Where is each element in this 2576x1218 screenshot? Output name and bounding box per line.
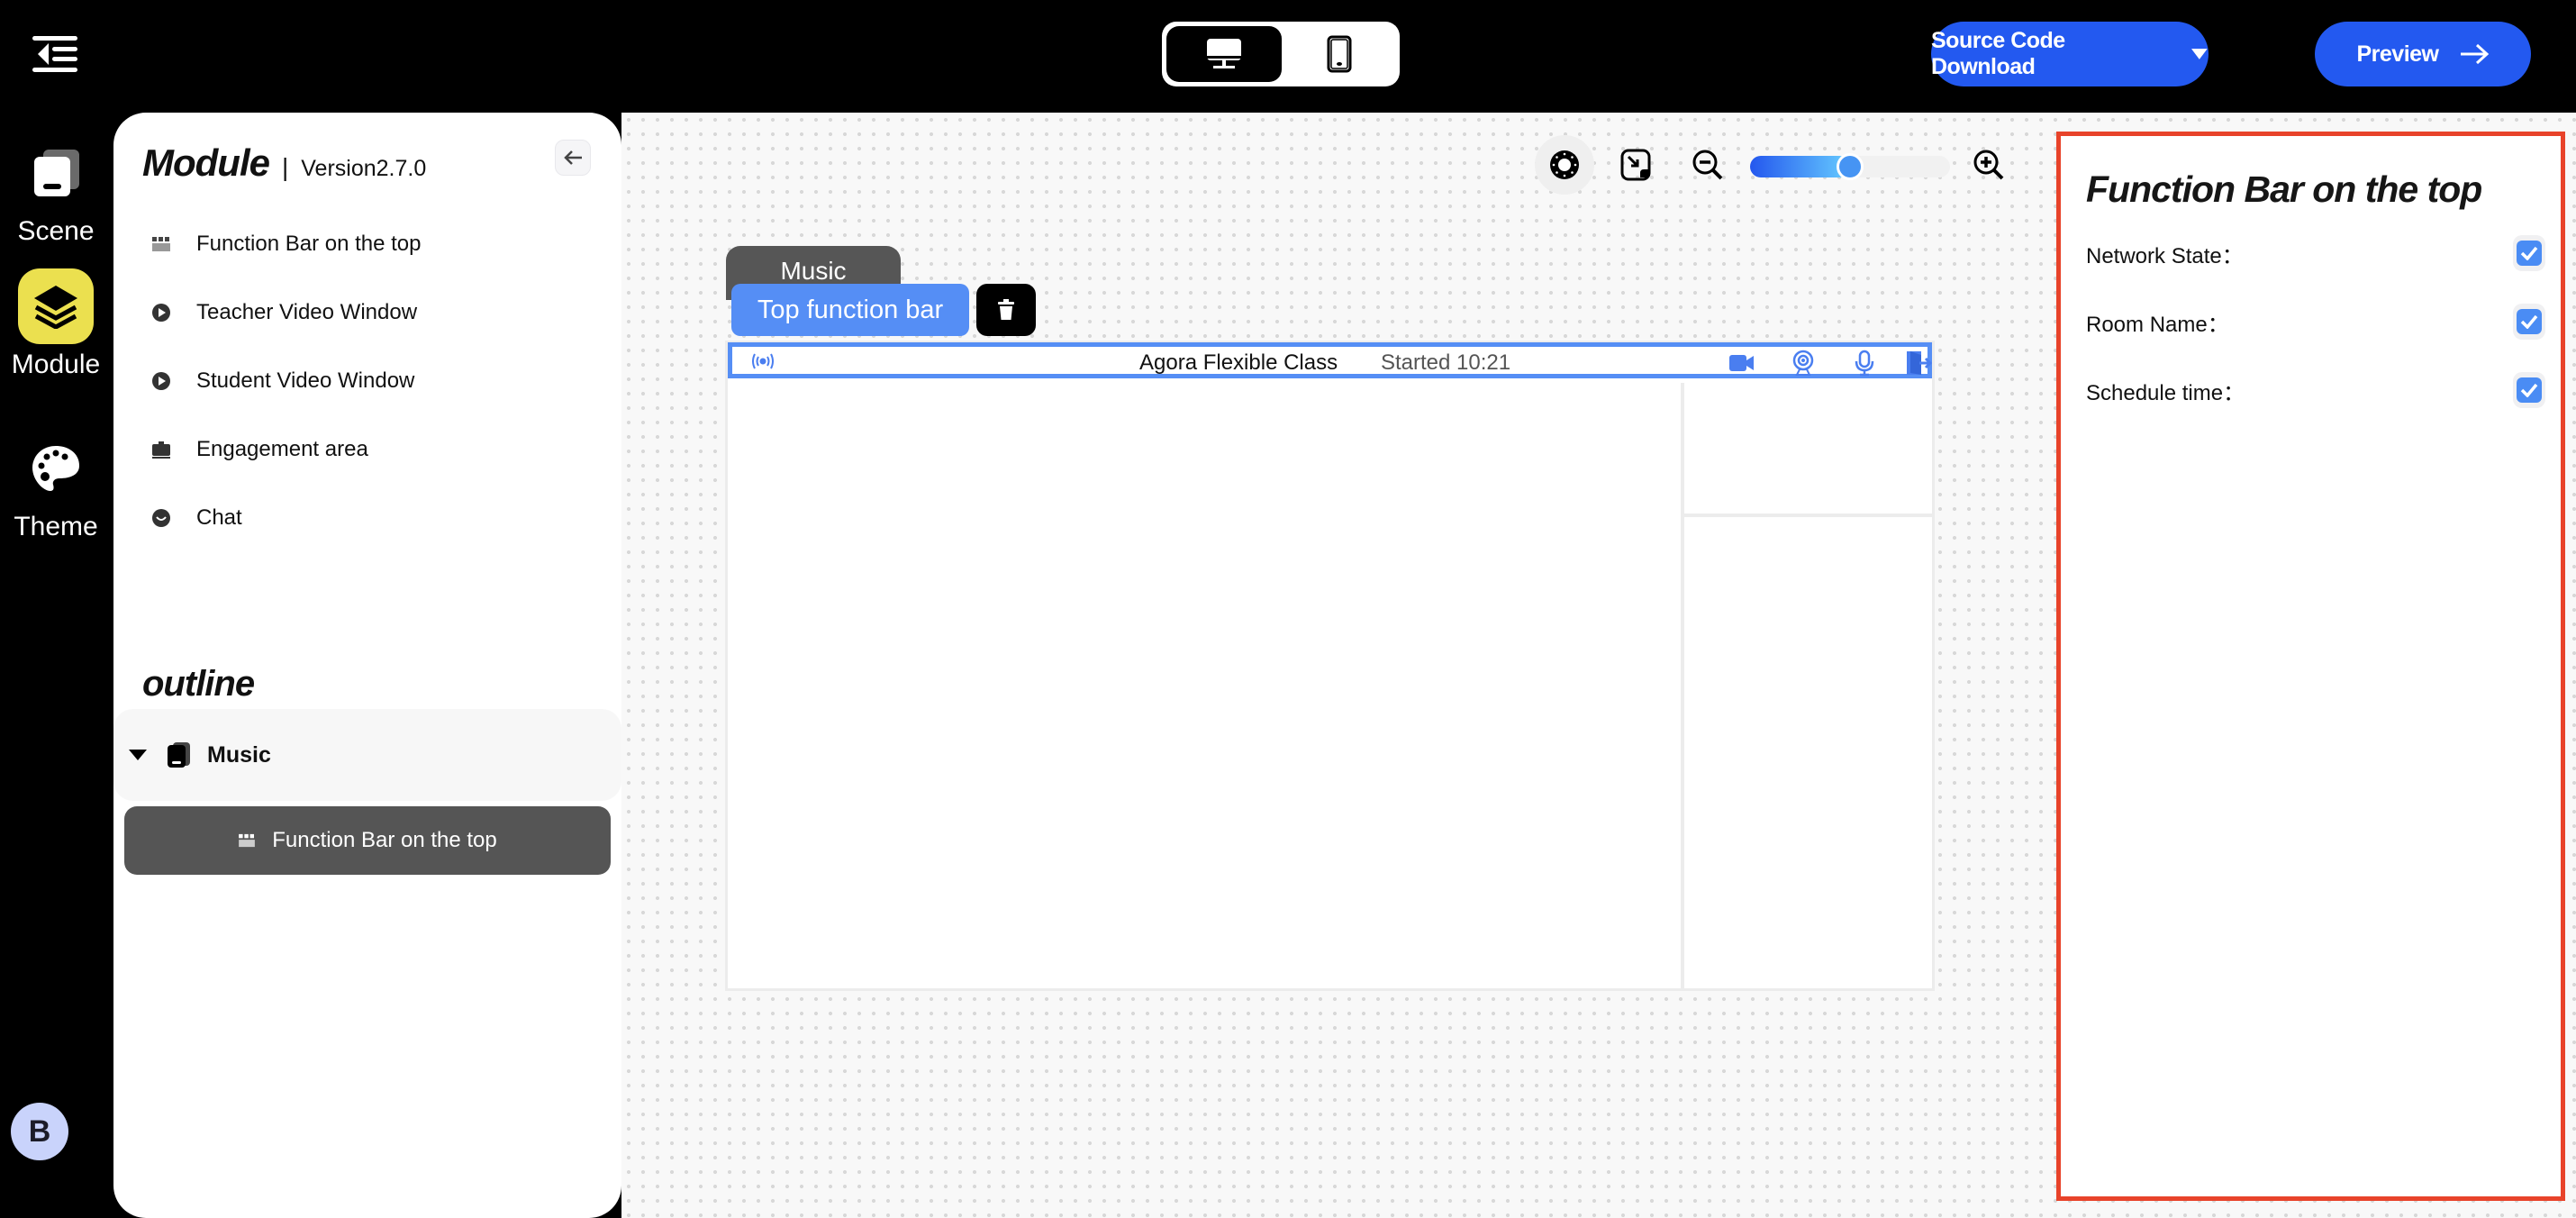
option-room-name: Room Name： — [2086, 304, 2545, 340]
module-panel-title: Module — [142, 141, 270, 184]
rail-label-module: Module — [11, 350, 101, 379]
module-icon-wrap — [18, 268, 94, 344]
module-item-function-bar[interactable]: Function Bar on the top — [151, 210, 584, 278]
module-item-label: Student Video Window — [196, 368, 415, 393]
check-icon — [2520, 383, 2538, 397]
module-item-label: Chat — [196, 505, 242, 530]
webcam-icon[interactable] — [1790, 350, 1817, 376]
module-panel: Module | Version2.7.0 Function Bar on th… — [113, 113, 621, 1218]
function-bar-icon — [239, 833, 256, 848]
option-label: Schedule time： — [2086, 380, 2245, 405]
fit-screen-icon — [1620, 149, 1651, 181]
network-state-checkbox[interactable] — [2513, 235, 2545, 271]
function-bar-icon — [151, 234, 171, 254]
fit-to-screen-button[interactable] — [1606, 135, 1665, 195]
trash-icon — [998, 299, 1014, 320]
arrow-right-icon — [2460, 43, 2489, 65]
device-toggle — [1162, 22, 1400, 86]
collapse-menu-button[interactable] — [31, 34, 79, 74]
properties-title: Function Bar on the top — [2086, 168, 2482, 210]
source-code-download-button[interactable]: Source Code Download — [1931, 22, 2209, 86]
preview-button[interactable]: Preview — [2315, 22, 2531, 86]
camera-icon[interactable] — [1728, 350, 1755, 376]
zoom-out-button[interactable] — [1678, 135, 1737, 195]
play-icon — [151, 303, 171, 323]
chat-icon — [151, 508, 171, 528]
module-list: Function Bar on the top Teacher Video Wi… — [151, 210, 584, 552]
palette-icon — [32, 446, 79, 491]
module-item-label: Teacher Video Window — [196, 300, 418, 324]
collapse-menu-icon — [32, 36, 77, 72]
user-avatar[interactable]: B — [11, 1103, 68, 1160]
caret-down-icon — [2191, 49, 2209, 59]
student-video-slot[interactable] — [1684, 517, 1935, 991]
rail-item-module[interactable]: Module — [0, 268, 112, 380]
scene-icon — [34, 150, 79, 196]
outline-selected-module[interactable]: Function Bar on the top — [124, 806, 611, 875]
room-name: Agora Flexible Class — [1139, 350, 1338, 375]
title-separator: | — [281, 153, 289, 181]
scene-icon — [168, 742, 190, 768]
zoom-slider-thumb[interactable] — [1837, 153, 1864, 180]
mobile-icon — [1327, 35, 1352, 73]
module-item-student-video[interactable]: Student Video Window — [151, 347, 584, 415]
delete-module-button[interactable] — [976, 284, 1036, 336]
rail-item-theme[interactable]: Theme — [0, 431, 112, 542]
scene-icon-wrap — [18, 135, 94, 211]
whiteboard-area[interactable] — [728, 383, 1681, 991]
desktop-icon — [1207, 39, 1241, 68]
caret-down-icon[interactable] — [128, 749, 148, 761]
exit-icon[interactable] — [1905, 350, 1932, 376]
module-item-label: Engagement area — [196, 437, 368, 461]
option-label: Room Name： — [2086, 312, 2229, 337]
play-icon — [151, 371, 171, 391]
mobile-view-button[interactable] — [1283, 26, 1395, 82]
rail-item-scene[interactable]: Scene — [0, 135, 112, 247]
zoom-in-icon — [1973, 150, 2004, 180]
module-item-label: Function Bar on the top — [196, 232, 422, 256]
check-icon — [2520, 314, 2538, 329]
briefcase-icon — [151, 440, 171, 459]
zoom-slider[interactable] — [1750, 153, 1950, 180]
option-schedule-time: Schedule time： — [2086, 372, 2545, 408]
outline-selected-label: Function Bar on the top — [272, 828, 497, 852]
theme-icon-wrap — [18, 431, 94, 506]
rail-label-theme: Theme — [14, 512, 98, 541]
zoom-in-button[interactable] — [1959, 135, 2018, 195]
outline-scene-label: Music — [207, 741, 271, 768]
collapse-panel-button[interactable] — [555, 140, 591, 176]
network-state-icon — [752, 352, 774, 375]
top-function-bar[interactable]: Agora Flexible Class Started 10:21 — [728, 342, 1932, 378]
desktop-view-button[interactable] — [1166, 26, 1282, 82]
layers-icon — [34, 286, 77, 329]
theme-mode-button[interactable] — [1535, 135, 1594, 195]
rail-label-scene: Scene — [17, 216, 95, 246]
outline-scene-music[interactable]: Music — [113, 709, 621, 801]
module-panel-header: Module | Version2.7.0 — [142, 141, 426, 185]
module-item-teacher-video[interactable]: Teacher Video Window — [151, 278, 584, 347]
option-network-state: Network State： — [2086, 235, 2545, 271]
preview-label: Preview — [2356, 41, 2439, 67]
schedule-time-checkbox[interactable] — [2513, 372, 2545, 408]
canvas-toolbar — [1513, 135, 2027, 195]
module-item-engagement-area[interactable]: Engagement area — [151, 415, 584, 484]
selection-label: Top function bar — [731, 284, 969, 336]
option-label: Network State： — [2086, 243, 2244, 268]
check-icon — [2520, 246, 2538, 260]
module-item-chat[interactable]: Chat — [151, 484, 584, 552]
outline-title: outline — [142, 664, 255, 704]
properties-panel: Function Bar on the top Network State： R… — [2056, 132, 2565, 1201]
sun-icon — [1550, 150, 1579, 179]
zoom-out-icon — [1692, 150, 1723, 180]
source-code-download-label: Source Code Download — [1931, 28, 2065, 79]
teacher-video-slot[interactable] — [1684, 383, 1935, 514]
room-name-checkbox[interactable] — [2513, 304, 2545, 340]
version-label: Version2.7.0 — [301, 156, 427, 181]
arrow-left-icon — [564, 150, 582, 165]
schedule-time: Started 10:21 — [1381, 350, 1511, 375]
microphone-icon[interactable] — [1851, 350, 1878, 377]
zoom-slider-fill — [1750, 156, 1850, 177]
